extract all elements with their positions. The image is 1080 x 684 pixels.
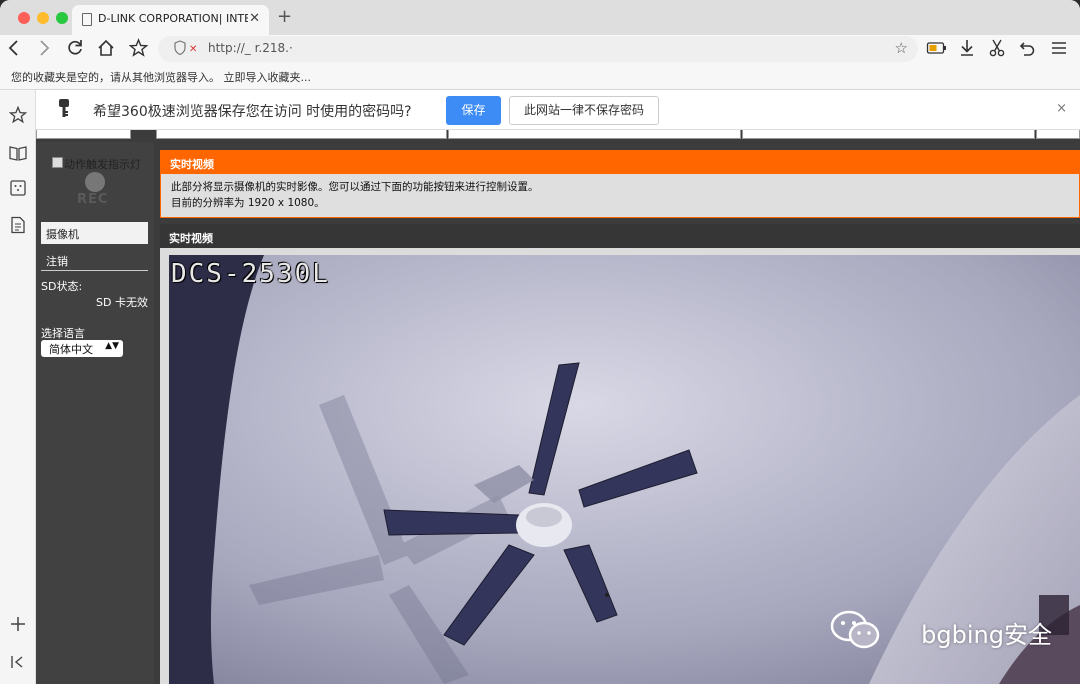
never-save-button[interactable]: 此网站一律不保存密码 (509, 96, 659, 125)
forward-icon[interactable] (37, 37, 51, 65)
sd-status-label: SD状态: (41, 280, 83, 293)
video-card-title: 实时视频 (169, 232, 213, 245)
language-selected-value: 简体中文 (49, 343, 93, 356)
save-password-bar: 希望360极速浏览器保存您在访问 时使用的密码吗? 保存 此网站一律不保存密码 … (36, 90, 1080, 130)
home-icon[interactable] (97, 37, 115, 65)
language-select[interactable]: 简体中文 ▲▼ (41, 340, 123, 357)
menu-item-label: 摄像机 (46, 228, 79, 241)
browser-window: D-LINK CORPORATION| INTE ✕ + ✕ http://_ … (0, 0, 1080, 684)
resolution-text: 目前的分辨率为 1920 x 1080。 (171, 197, 325, 209)
key-icon (56, 98, 72, 125)
nav-tab-status[interactable] (1036, 130, 1080, 139)
address-bar[interactable]: ✕ http://_ r.218.· ☆ (158, 36, 918, 62)
bookmark-import-prompt[interactable]: 您的收藏夹是空的，请从其他浏览器导入。 立即导入收藏夹... (11, 69, 311, 85)
maximize-window-button[interactable] (56, 12, 68, 24)
video-card-header: 实时视频 (160, 224, 1080, 248)
nav-tab-maintenance[interactable] (742, 130, 1035, 139)
video-frame: DCS-2530L bgbing安全 (160, 248, 1080, 684)
notes-icon[interactable] (9, 216, 27, 239)
tab-title: D-LINK CORPORATION| INTE (98, 12, 248, 25)
back-icon[interactable] (7, 37, 21, 65)
rec-indicator-dot (85, 172, 105, 192)
bookmark-star-icon[interactable] (128, 37, 149, 65)
info-card-body: 此部分将显示摄像机的实时影像。您可以通过下面的功能按钮来进行控制设置。 目前的分… (160, 174, 1080, 218)
browser-sidebar (0, 90, 36, 684)
close-window-button[interactable] (18, 12, 30, 24)
nav-tab-live-video[interactable] (156, 130, 447, 139)
main-panel: 实时视频 此部分将显示摄像机的实时影像。您可以通过下面的功能按钮来进行控制设置。… (160, 150, 1080, 684)
save-password-message: 希望360极速浏览器保存您在访问 时使用的密码吗? (93, 104, 412, 120)
info-description: 此部分将显示摄像机的实时影像。您可以通过下面的功能按钮来进行控制设置。 (171, 181, 539, 193)
download-icon[interactable] (958, 37, 976, 65)
tab-strip: D-LINK CORPORATION| INTE ✕ + (0, 0, 1080, 35)
chevron-updown-icon: ▲▼ (105, 341, 119, 351)
extensions-icon[interactable] (9, 179, 27, 202)
nav-tab-setup[interactable] (448, 130, 741, 139)
bookmark-bar: 您的收藏夹是空的，请从其他浏览器导入。 立即导入收藏夹... (0, 63, 1080, 90)
nav-tab-logo (36, 130, 131, 139)
favorites-icon[interactable] (8, 105, 28, 129)
reading-icon[interactable] (9, 144, 27, 167)
divider (41, 270, 148, 271)
sd-status-value: SD 卡无效 (96, 296, 148, 309)
svg-text:✕: ✕ (189, 44, 197, 55)
motion-indicator-alt-text: 动作触发指示灯 (64, 158, 141, 171)
favorite-star-icon[interactable]: ☆ (895, 39, 908, 57)
broken-image-alt: 动作触发指示灯 (52, 156, 141, 172)
info-card-title: 实时视频 (170, 158, 214, 171)
add-icon[interactable] (9, 615, 27, 638)
new-tab-button[interactable]: + (277, 6, 292, 27)
menu-icon[interactable] (1050, 37, 1068, 65)
camera-model-overlay: DCS-2530L (171, 259, 330, 289)
undo-icon[interactable] (1018, 37, 1036, 65)
collapse-sidebar-icon[interactable] (9, 653, 27, 676)
rec-label: REC (77, 192, 109, 207)
menu-item-logout[interactable]: 注销 (46, 253, 68, 269)
battery-icon[interactable] (926, 38, 948, 64)
browser-toolbar: ✕ http://_ r.218.· ☆ (0, 35, 1080, 63)
wechat-icon (830, 610, 882, 654)
watermark-text: bgbing安全 (921, 621, 1052, 649)
language-label: 选择语言 (41, 327, 85, 340)
tab-close-icon[interactable]: ✕ (249, 11, 260, 26)
scissors-icon[interactable] (988, 37, 1006, 65)
close-icon[interactable]: × (1056, 101, 1067, 116)
camera-left-menu: 动作触发指示灯 REC 摄像机 注销 SD状态: SD 卡无效 选择语言 简体中… (36, 142, 154, 684)
top-nav-strip (36, 130, 1080, 142)
tab-dlink[interactable]: D-LINK CORPORATION| INTE ✕ (72, 5, 269, 35)
menu-item-camera[interactable]: 摄像机 (41, 222, 148, 244)
info-card-header: 实时视频 (160, 150, 1080, 174)
security-shield-icon[interactable]: ✕ (174, 40, 200, 60)
url-text: http://_ r.218.· (208, 41, 293, 55)
save-password-button[interactable]: 保存 (446, 96, 501, 125)
document-icon (82, 13, 92, 26)
minimize-window-button[interactable] (37, 12, 49, 24)
page-content: 希望360极速浏览器保存您在访问 时使用的密码吗? 保存 此网站一律不保存密码 … (36, 90, 1080, 684)
reload-icon[interactable] (66, 37, 84, 65)
live-video-stream[interactable]: DCS-2530L bgbing安全 (169, 255, 1080, 684)
